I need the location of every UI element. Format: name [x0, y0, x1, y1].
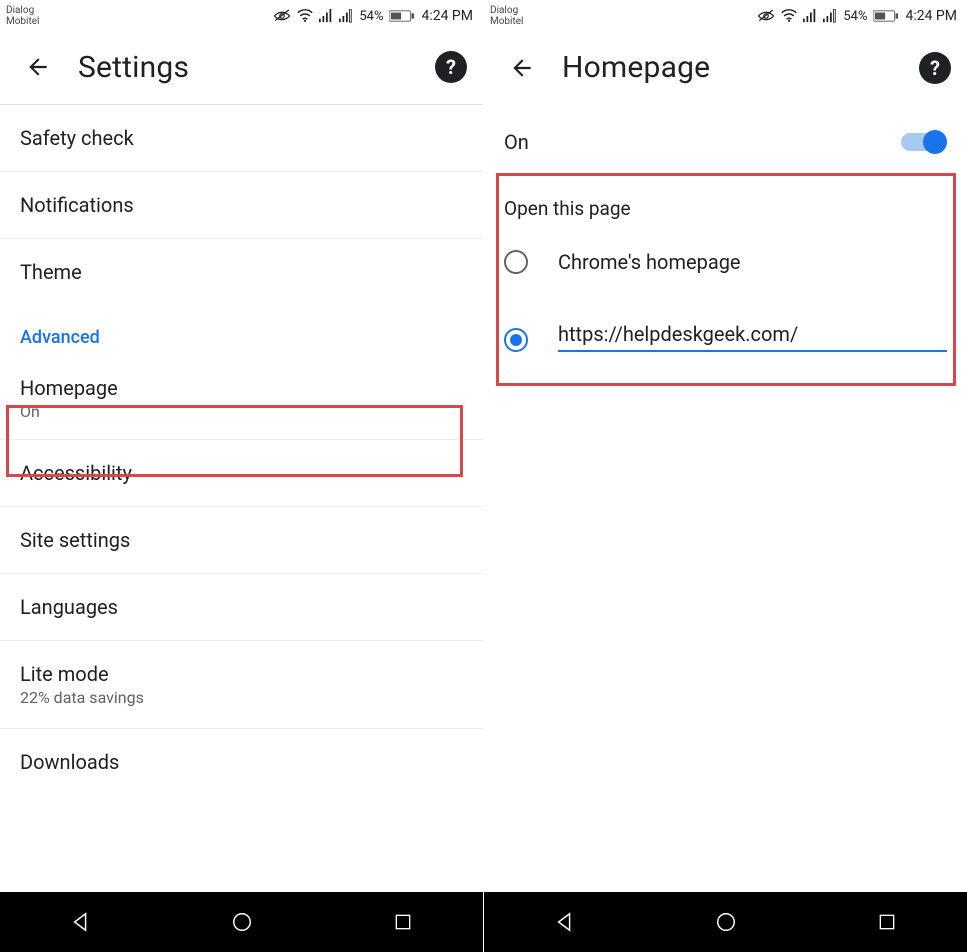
back-button[interactable]	[500, 46, 544, 90]
status-bar: Dialog Mobitel 54%	[0, 0, 483, 30]
row-site-settings[interactable]: Site settings	[0, 507, 483, 574]
clock-label: 4:24 PM	[905, 8, 957, 24]
section-advanced: Advanced	[0, 305, 483, 358]
radio-unselected-icon	[504, 250, 528, 274]
page-title: Homepage	[562, 50, 919, 85]
row-downloads[interactable]: Downloads	[0, 729, 483, 795]
homepage-url-input[interactable]	[558, 318, 947, 352]
row-safety-check[interactable]: Safety check	[0, 105, 483, 172]
battery-icon	[873, 9, 899, 23]
settings-screen: Dialog Mobitel 54%	[0, 0, 483, 952]
radio-selected-icon	[504, 328, 528, 352]
status-bar: Dialog Mobitel 54%	[484, 0, 967, 30]
row-lite-mode[interactable]: Lite mode 22% data savings	[0, 641, 483, 729]
wifi-icon	[297, 9, 313, 23]
wifi-icon	[781, 9, 797, 23]
toggle-row[interactable]: On	[484, 105, 967, 179]
battery-pct: 54%	[843, 9, 867, 24]
carrier-label: Dialog Mobitel	[490, 5, 524, 27]
row-languages[interactable]: Languages	[0, 574, 483, 641]
toggle-label: On	[504, 130, 529, 154]
row-accessibility[interactable]: Accessibility	[0, 440, 483, 507]
settings-list: Safety check Notifications Theme Advance…	[0, 105, 483, 892]
toggle-switch[interactable]	[899, 129, 947, 155]
row-theme[interactable]: Theme	[0, 239, 483, 305]
back-button[interactable]	[16, 45, 60, 89]
eye-icon	[273, 9, 291, 23]
nav-back-button[interactable]	[535, 902, 595, 942]
android-nav-bar	[0, 892, 483, 952]
signal-icon	[803, 9, 817, 23]
signal-icon-2	[339, 9, 353, 23]
radio-chrome-homepage[interactable]: Chrome's homepage	[504, 230, 947, 294]
section-label: Open this page	[504, 179, 947, 230]
nav-home-button[interactable]	[212, 902, 272, 942]
eye-icon	[757, 9, 775, 23]
battery-pct: 54%	[359, 9, 383, 24]
homepage-content: On Open this page Chrome's homepage	[484, 105, 967, 892]
help-button[interactable]: ?	[435, 51, 467, 83]
open-this-page-section: Open this page Chrome's homepage	[484, 179, 967, 392]
battery-icon	[389, 9, 415, 23]
nav-recent-button[interactable]	[373, 902, 433, 942]
app-bar: Settings ?	[0, 30, 483, 105]
signal-icon-2	[823, 9, 837, 23]
radio-chrome-label: Chrome's homepage	[558, 250, 741, 274]
row-homepage[interactable]: Homepage On	[0, 358, 483, 440]
nav-home-button[interactable]	[696, 902, 756, 942]
page-title: Settings	[78, 50, 435, 85]
signal-icon	[319, 9, 333, 23]
status-right: 54% 4:24 PM	[757, 8, 957, 24]
help-button[interactable]: ?	[919, 52, 951, 84]
app-bar: Homepage ?	[484, 30, 967, 105]
clock-label: 4:24 PM	[421, 8, 473, 24]
android-nav-bar	[484, 892, 967, 952]
carrier-label: Dialog Mobitel	[6, 5, 40, 27]
homepage-screen: Dialog Mobitel 54%	[484, 0, 967, 952]
nav-recent-button[interactable]	[857, 902, 917, 942]
nav-back-button[interactable]	[51, 902, 111, 942]
status-right: 54% 4:24 PM	[273, 8, 473, 24]
row-notifications[interactable]: Notifications	[0, 172, 483, 239]
radio-custom-url[interactable]	[504, 294, 947, 372]
